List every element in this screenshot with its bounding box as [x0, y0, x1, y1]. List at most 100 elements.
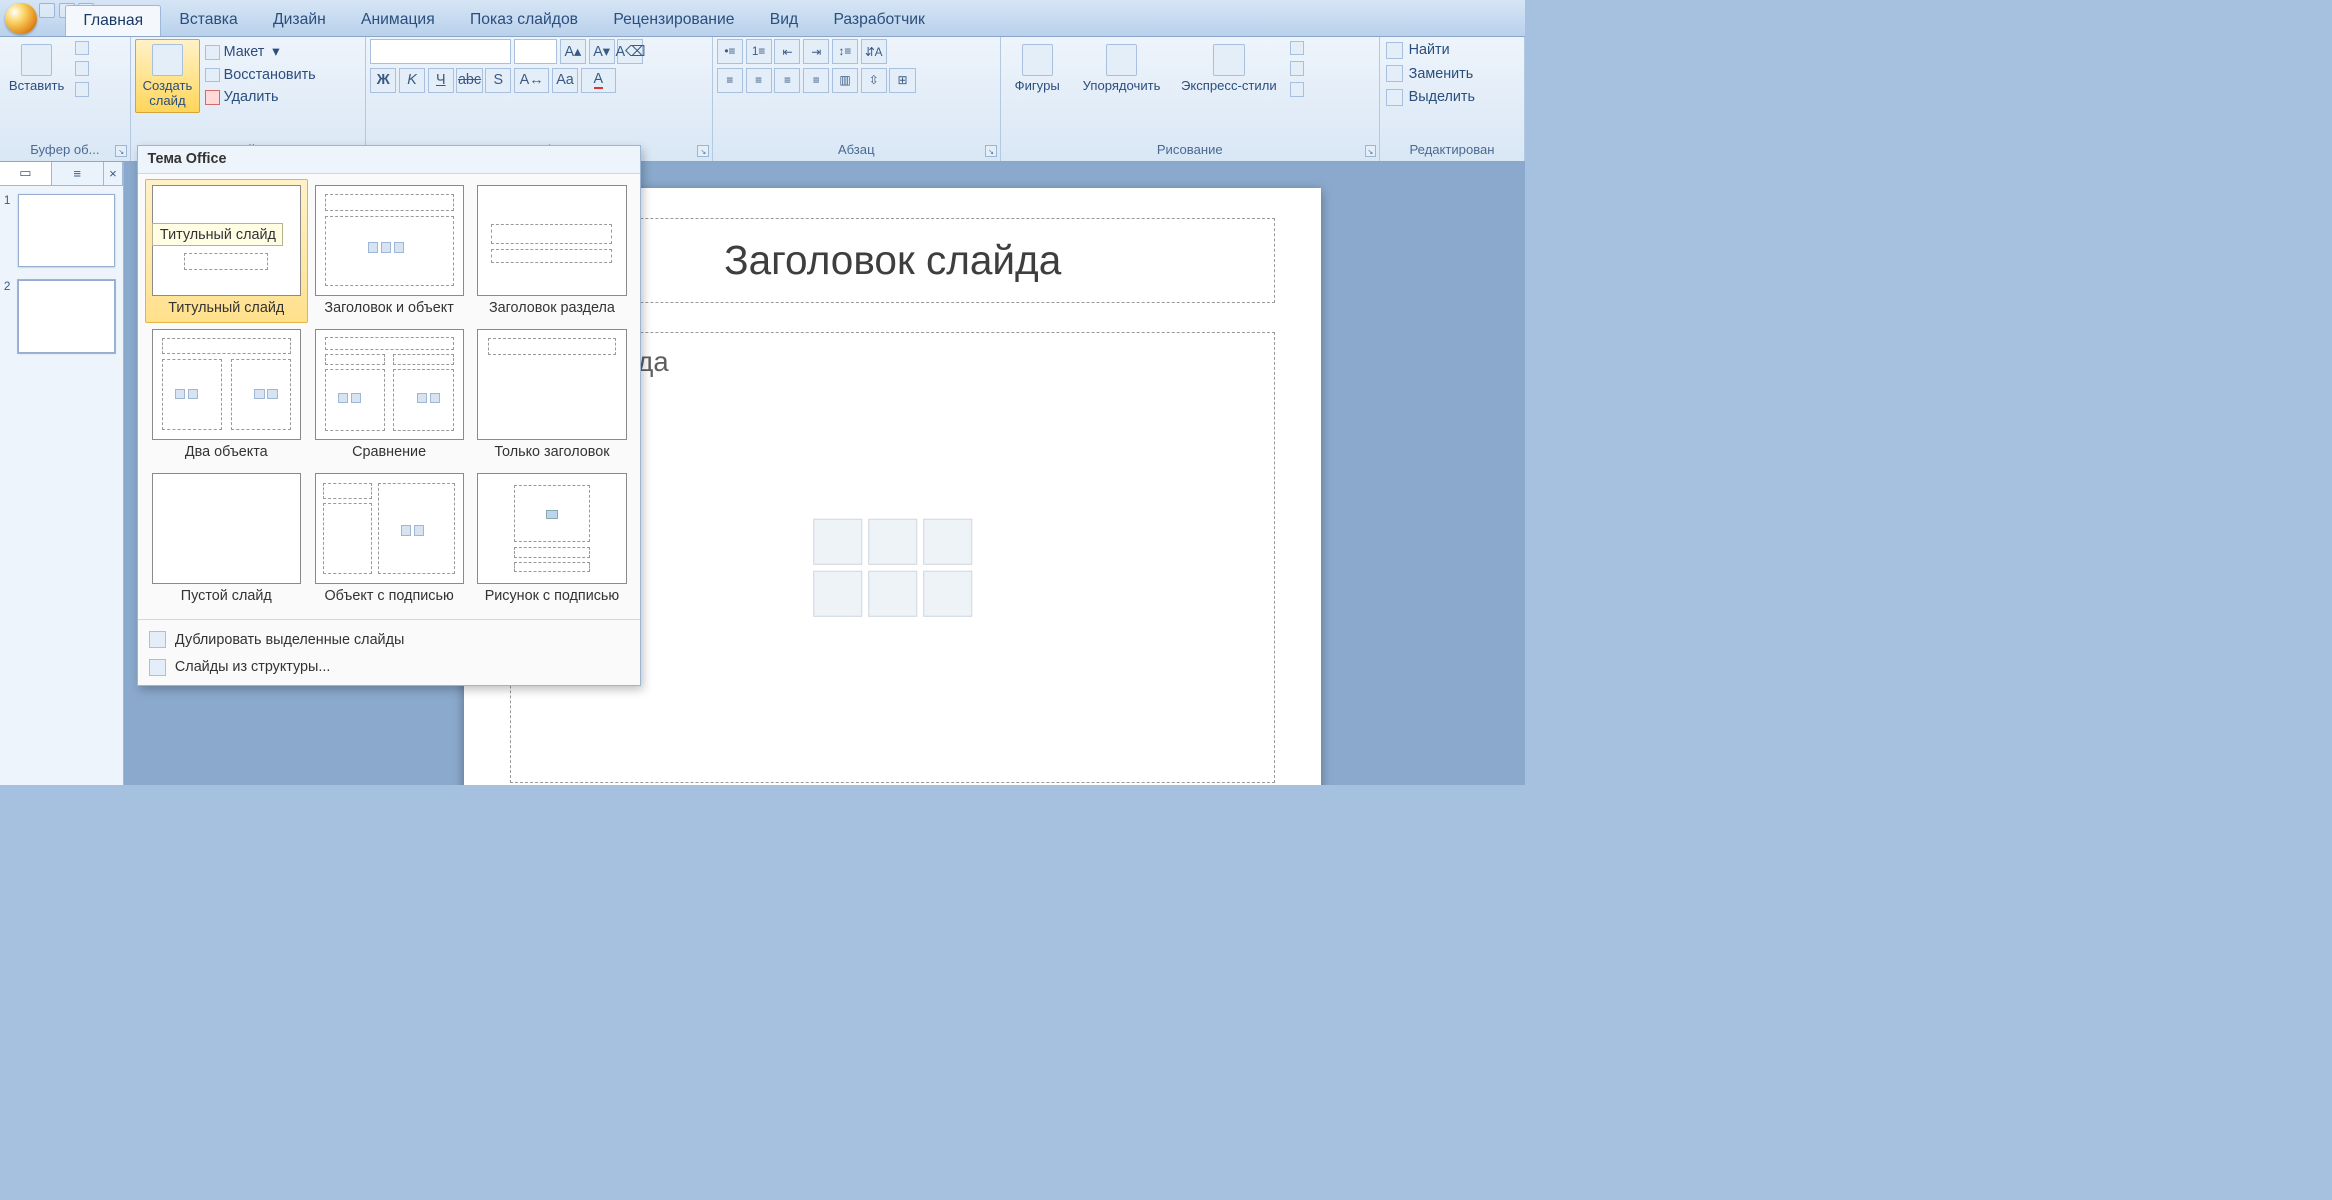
font-color-button[interactable]: A	[581, 68, 616, 93]
group-drawing: Фигуры Упорядочить Экспресс-стили Рисова…	[1001, 37, 1380, 162]
clipboard-launcher[interactable]: ↘	[115, 145, 127, 157]
insert-picture-icon[interactable]	[813, 571, 863, 617]
shape-outline-button[interactable]	[1287, 60, 1307, 77]
layout-section-header[interactable]: Заголовок раздела	[471, 179, 634, 323]
find-button[interactable]: Найти	[1384, 39, 1452, 61]
shapes-label: Фигуры	[1015, 78, 1060, 93]
text-direction-button[interactable]: ⇵A	[861, 39, 887, 64]
grow-font-button[interactable]: A▴	[560, 39, 586, 64]
tab-home[interactable]: Главная	[65, 5, 161, 36]
layout-tooltip: Титульный слайд	[152, 223, 283, 246]
paragraph-launcher[interactable]: ↘	[985, 145, 997, 157]
layout-thumb	[477, 473, 626, 584]
quick-styles-button[interactable]: Экспресс-стили	[1173, 39, 1284, 98]
reset-button[interactable]: Восстановить	[203, 66, 319, 85]
thumbnail-2[interactable]: 2	[4, 280, 119, 353]
font-size-combo[interactable]	[514, 39, 557, 64]
layout-thumb	[315, 473, 464, 584]
clipboard-small-buttons	[72, 39, 92, 98]
indent-button[interactable]: ⇥	[803, 39, 829, 64]
layout-label: Титульный слайд	[168, 300, 284, 317]
shape-fill-button[interactable]	[1287, 39, 1307, 56]
quick-styles-icon	[1213, 44, 1244, 75]
gallery-separator	[138, 619, 640, 620]
layout-comparison[interactable]: Сравнение	[308, 323, 471, 467]
tab-developer[interactable]: Разработчик	[816, 5, 941, 36]
insert-smartart-icon[interactable]	[923, 519, 973, 565]
strike-button[interactable]: abc	[456, 68, 482, 93]
delete-slide-button[interactable]: Удалить	[203, 88, 319, 107]
insert-table-icon[interactable]	[813, 519, 863, 565]
reset-label: Восстановить	[224, 67, 316, 83]
insert-media-icon[interactable]	[923, 571, 973, 617]
tab-design[interactable]: Дизайн	[256, 5, 343, 36]
bold-button[interactable]: Ж	[370, 68, 396, 93]
layout-picture-caption[interactable]: Рисунок с подписью	[471, 467, 634, 611]
shapes-button[interactable]: Фигуры	[1005, 39, 1070, 98]
copy-button[interactable]	[72, 60, 92, 77]
layout-content-caption[interactable]: Объект с подписью	[308, 467, 471, 611]
align-left-button[interactable]: ≡	[717, 68, 743, 93]
font-name-combo[interactable]	[370, 39, 511, 64]
duplicate-slides-menuitem[interactable]: Дублировать выделенные слайды	[138, 626, 640, 653]
shadow-button[interactable]: S	[485, 68, 511, 93]
columns-button[interactable]: ▥	[832, 68, 858, 93]
office-button[interactable]	[5, 3, 36, 34]
outline-tab[interactable]: ≡	[52, 162, 104, 185]
layout-button[interactable]: Макет ▾	[203, 43, 319, 62]
layout-label: Пустой слайд	[181, 588, 272, 605]
layout-blank[interactable]: Пустой слайд	[145, 467, 308, 611]
slide-layout-gallery: Тема Office Титульный слайд Титульный сл…	[137, 145, 641, 686]
layout-thumb	[152, 329, 301, 440]
delete-icon	[205, 90, 219, 104]
insert-clipart-icon[interactable]	[868, 571, 918, 617]
close-pane-button[interactable]: ×	[104, 162, 124, 185]
tab-insert[interactable]: Вставка	[162, 5, 254, 36]
paste-button[interactable]: Вставить	[4, 39, 69, 98]
bullets-button[interactable]: •≡	[717, 39, 743, 64]
layout-title-slide[interactable]: Титульный слайд Титульный слайд	[145, 179, 308, 323]
clear-formatting-button[interactable]: A⌫	[617, 39, 643, 64]
slides-from-outline-menuitem[interactable]: Слайды из структуры...	[138, 654, 640, 681]
align-right-button[interactable]: ≡	[774, 68, 800, 93]
cut-button[interactable]	[72, 39, 92, 56]
font-launcher[interactable]: ↘	[697, 145, 709, 157]
select-button[interactable]: Выделить	[1384, 86, 1478, 108]
change-case-button[interactable]: Aa	[552, 68, 578, 93]
qat-save-icon[interactable]	[39, 3, 55, 19]
format-painter-button[interactable]	[72, 81, 92, 98]
layout-label: Рисунок с подписью	[485, 588, 620, 605]
insert-chart-icon[interactable]	[868, 519, 918, 565]
arrange-button[interactable]: Упорядочить	[1073, 39, 1171, 98]
underline-button[interactable]: Ч	[428, 68, 454, 93]
ribbon-tabs: Главная Вставка Дизайн Анимация Показ сл…	[65, 5, 942, 36]
new-slide-button[interactable]: Создать слайд	[135, 39, 200, 113]
delete-label: Удалить	[224, 89, 279, 105]
thumbnail-preview	[18, 280, 115, 353]
align-text-button[interactable]: ⇳	[861, 68, 887, 93]
smartart-button[interactable]: ⊞	[889, 68, 915, 93]
justify-button[interactable]: ≡	[803, 68, 829, 93]
slides-tab[interactable]: ▭	[0, 162, 52, 185]
tab-review[interactable]: Рецензирование	[596, 5, 751, 36]
replace-button[interactable]: Заменить	[1384, 63, 1476, 85]
tab-animation[interactable]: Анимация	[344, 5, 452, 36]
line-spacing-button[interactable]: ↕≡	[832, 39, 858, 64]
layout-two-content[interactable]: Два объекта	[145, 323, 308, 467]
layout-title-only[interactable]: Только заголовок	[471, 323, 634, 467]
tab-slideshow[interactable]: Показ слайдов	[453, 5, 595, 36]
shrink-font-button[interactable]: A▾	[589, 39, 615, 64]
numbering-button[interactable]: 1≡	[746, 39, 772, 64]
thumbnail-1[interactable]: 1	[4, 194, 119, 267]
char-spacing-button[interactable]: A↔	[514, 68, 549, 93]
slides-small-buttons: Макет ▾ Восстановить Удалить	[203, 43, 319, 107]
layout-title-content[interactable]: Заголовок и объект	[308, 179, 471, 323]
thumbnail-pane: ▭ ≡ × 1 2	[0, 162, 124, 785]
outdent-button[interactable]: ⇤	[774, 39, 800, 64]
find-icon	[1386, 42, 1403, 59]
shape-effects-button[interactable]	[1287, 81, 1307, 98]
italic-button[interactable]: K	[399, 68, 425, 93]
align-center-button[interactable]: ≡	[746, 68, 772, 93]
drawing-launcher[interactable]: ↘	[1365, 145, 1377, 157]
tab-view[interactable]: Вид	[753, 5, 815, 36]
